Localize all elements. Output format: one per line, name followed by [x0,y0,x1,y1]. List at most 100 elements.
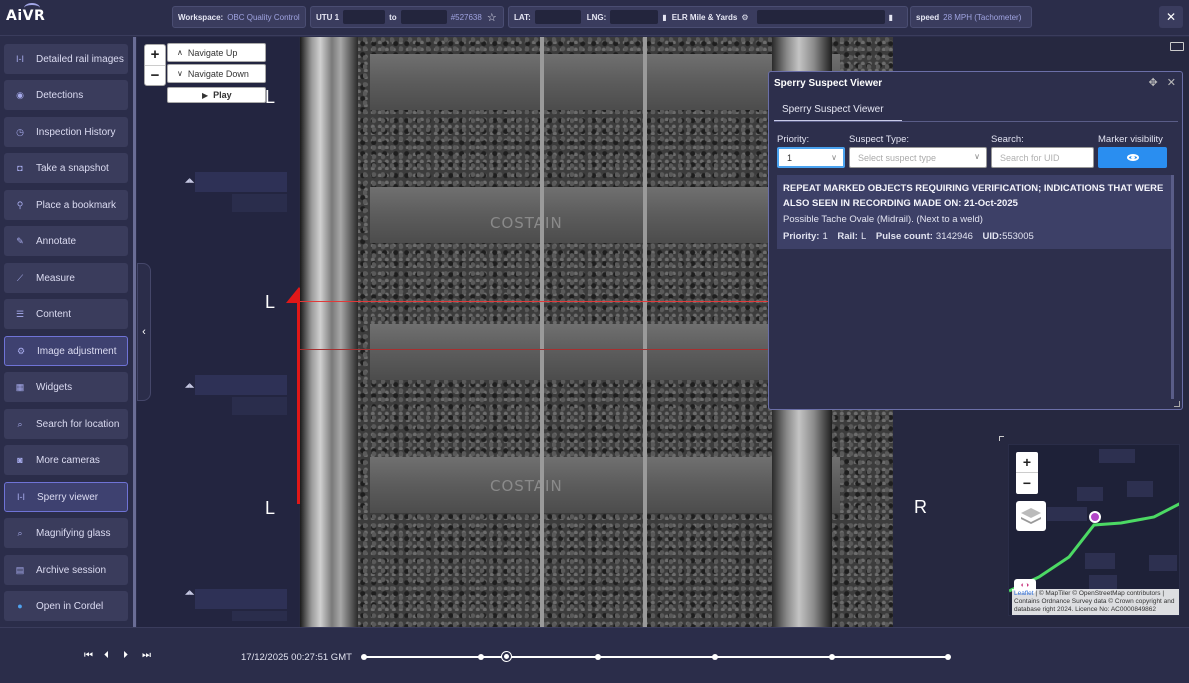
map-zoom-in-button[interactable]: + [1016,452,1038,473]
sidebar-item-open-in-cordel[interactable]: ● Open in Cordel [4,591,128,621]
timeline-tick [361,654,367,660]
utu-to-field[interactable] [400,10,447,24]
sidebar-item-inspection-history[interactable]: ◷ Inspection History [4,117,128,147]
thumbnail-label [195,589,287,609]
utu-label: UTU 1 [316,12,340,22]
sidebar-item-measure[interactable]: ⟋ Measure [4,263,128,293]
results-scrollbar[interactable] [1171,175,1174,399]
result-pulse: 3142946 [935,231,973,242]
skip-to-end-icon[interactable]: ⏭ [142,650,151,661]
map-zoom-out-button[interactable]: − [1016,473,1038,494]
mini-map[interactable]: + − ◐◑ Leaflet | © MapTiler © OpenStreet… [1008,444,1180,616]
gear-icon[interactable]: ⚙ [741,13,748,22]
sidebar-item-take-snapshot[interactable]: ◘ Take a snapshot [4,153,128,183]
copy-icon[interactable]: ▮ [889,13,893,22]
side-label-left: L [265,292,276,312]
suspect-type-select[interactable]: Select suspect type ∨ [849,147,987,168]
search-placeholder: Search for UID [1000,152,1060,163]
close-icon[interactable]: ✕ [1167,77,1176,89]
map-layers-button[interactable] [1016,501,1046,531]
sidebar-item-label: Content [36,308,72,320]
sidebar-item-search-location[interactable]: ⌕ Search for location [4,409,128,439]
guide-line [643,37,647,627]
step-forward-icon[interactable]: ⏵ [123,650,128,661]
sidebar-item-detailed-rail-images[interactable]: I‑I Detailed rail images [4,44,128,74]
sidebar-collapse-tab[interactable]: ‹ [137,263,151,401]
sidebar-item-label: Measure [36,272,75,284]
timeline-tick [945,654,951,660]
sidebar-item-widgets[interactable]: ▦ Widgets [4,372,128,402]
list-icon: ☰ [15,308,25,319]
utu-range: UTU 1 to #527638 ☆ [310,6,504,28]
play-button[interactable]: ▶ Play [167,87,266,103]
leaflet-link[interactable]: Leaflet [1014,590,1034,597]
timeline-tick [829,654,835,660]
workspace-value: OBC Quality Control [227,12,300,22]
sidebar-item-label: Magnifying glass [36,527,111,539]
uid-search-input[interactable]: Search for UID [991,147,1094,168]
sidebar-item-place-bookmark[interactable]: ⚲ Place a bookmark [4,190,128,220]
sleeper [370,457,840,513]
timeline-scrubber[interactable] [502,652,512,661]
suspect-type-label: Suspect Type: [849,134,910,145]
resize-handle[interactable] [1174,401,1180,407]
copy-icon[interactable]: ▮ [662,13,666,22]
thumbnail-meta [232,397,287,415]
sidebar-item-content[interactable]: ☰ Content [4,299,128,329]
lng-field[interactable] [610,10,659,24]
location-pin-icon[interactable] [1089,511,1101,523]
eye-icon [1126,154,1139,161]
sidebar-item-magnifying-glass[interactable]: ⌕ Magnifying glass [4,518,128,548]
sidebar-scrollbar[interactable] [133,37,136,627]
keyboard-icon[interactable] [1170,42,1184,51]
guide-line [540,37,544,627]
suspect-type-placeholder: Select suspect type [858,152,937,163]
workspace-selector[interactable]: Workspace: OBC Quality Control [172,6,306,28]
chevron-up-icon: ∧ [177,48,183,57]
sidebar-item-archive-session[interactable]: ▤ Archive session [4,555,128,585]
pin-icon: ⚲ [16,199,24,210]
camera-icon: ◘ [17,163,23,173]
magnifier-icon: ⌕ [17,527,23,538]
sidebar: I‑I Detailed rail images ◉ Detections ◷ Ins… [0,37,137,627]
marker-visibility-toggle[interactable] [1098,147,1167,168]
zoom-out-button[interactable]: − [145,66,165,87]
tab-sperry-suspect-viewer[interactable]: Sperry Suspect Viewer [774,98,902,122]
zoom-in-button[interactable]: + [145,45,165,66]
navigate-up-button[interactable]: ∧ Navigate Up [167,43,266,62]
sidebar-item-label: Detailed rail images [36,53,124,65]
sidebar-item-label: Open in Cordel [36,600,104,612]
priority-select[interactable]: 1 ∨ [777,147,845,168]
utu-from-field[interactable] [343,10,386,24]
sidebar-item-label: Inspection History [36,126,116,138]
utu-reference: #527638 [450,12,482,22]
sidebar-item-annotate[interactable]: ✎ Annotate [4,226,128,256]
speed-label: speed [916,12,940,22]
move-icon[interactable]: ✥ [1149,77,1158,89]
sidebar-item-more-cameras[interactable]: ◙ More cameras [4,445,128,475]
sidebar-item-image-adjustment[interactable]: ⚙ Image adjustment [4,336,128,366]
sidebar-item-label: Archive session [36,564,107,576]
speed-value: 28 MPH (Tachometer) [943,12,1022,22]
lng-label: LNG: [586,12,607,22]
playback-bar: ⏮ ⏴ ⏵ ⏭ 17/12/2025 00:27:51 GMT [0,627,1189,683]
navigate-down-button[interactable]: ∨ Navigate Down [167,64,266,83]
skip-to-start-icon[interactable]: ⏮ [84,650,93,661]
elr-field[interactable] [756,10,885,24]
sidebar-item-sperry-viewer[interactable]: I‑I Sperry viewer [4,482,128,512]
lat-field[interactable] [534,10,581,24]
sidebar-item-detections[interactable]: ◉ Detections [4,80,128,110]
timeline-track[interactable] [361,652,951,661]
star-icon[interactable]: ☆ [487,11,497,24]
chevron-left-icon: ‹ [142,326,146,338]
history-icon: ◷ [16,126,24,137]
timeline-tick [712,654,718,660]
result-uid: 553005 [1002,231,1034,242]
thumbnail-strip: ◢◣ ◢◣ ◢◣ L L L [137,37,312,627]
suspect-result-item[interactable]: REPEAT MARKED OBJECTS REQUIRING VERIFICA… [777,175,1173,249]
step-back-icon[interactable]: ⏴ [104,650,109,661]
result-uid-label: UID: [982,231,1003,242]
sidebar-item-label: Take a snapshot [36,162,109,174]
top-bar: AiVR Workspace: OBC Quality Control UTU … [0,0,1189,36]
close-button[interactable]: ✕ [1159,6,1183,28]
